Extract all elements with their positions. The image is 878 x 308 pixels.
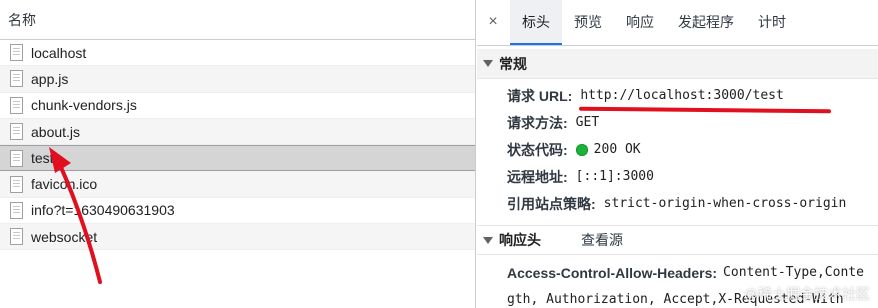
document-icon xyxy=(10,96,23,114)
request-row[interactable]: websocket xyxy=(0,224,475,251)
tab-response[interactable]: 响应 xyxy=(614,0,666,45)
expand-triangle-icon xyxy=(483,236,493,244)
remote-address-row: 远程地址: [::1]:3000 xyxy=(477,163,878,190)
request-row[interactable]: about.js xyxy=(0,118,475,146)
request-name: chunk-vendors.js xyxy=(31,97,137,114)
request-url-label: 请求 URL: xyxy=(507,87,573,104)
status-ok-icon xyxy=(575,143,588,156)
response-header-row: Access-Control-Allow-Headers: Content-Ty… xyxy=(477,259,878,286)
request-details-pane: × 标头 预览 响应 发起程序 计时 常规 请求 URL: http://loc… xyxy=(477,0,878,308)
referrer-policy-row: 引用站点策略: strict-origin-when-cross-origin xyxy=(477,190,878,217)
referrer-policy-value: strict-origin-when-cross-origin xyxy=(603,196,847,211)
status-code-value: 200 OK xyxy=(593,142,641,157)
watermark-text: @稀土掘金技术社区 xyxy=(743,286,870,302)
name-column-header-label: 名称 xyxy=(8,11,36,28)
view-source-link[interactable]: 查看源 xyxy=(581,230,623,250)
document-icon xyxy=(10,70,23,88)
request-row[interactable]: app.js xyxy=(0,66,475,93)
request-row[interactable]: favicon.ico xyxy=(0,171,475,198)
general-section-header[interactable]: 常规 xyxy=(477,49,878,79)
document-icon xyxy=(10,44,23,62)
request-name: favicon.ico xyxy=(31,176,98,193)
request-rows: localhost app.js chunk-vendors.js about.… xyxy=(0,40,475,251)
request-name: info?t=1630490631903 xyxy=(31,202,175,219)
request-row[interactable]: chunk-vendors.js xyxy=(0,93,475,119)
general-section-title: 常规 xyxy=(499,55,527,72)
request-name: about.js xyxy=(31,123,81,140)
tab-preview[interactable]: 预览 xyxy=(562,0,614,45)
request-url-row: 请求 URL: http://localhost:3000/test xyxy=(477,82,878,109)
request-row[interactable]: info?t=1630490631903 xyxy=(0,198,475,225)
request-row-selected[interactable]: test xyxy=(0,145,475,172)
devtools-network-panel: 名称 localhost app.js chunk-vendors.js abo… xyxy=(0,0,878,308)
referrer-policy-label: 引用站点策略: xyxy=(507,195,596,212)
response-header-value: Content-Type,Conte xyxy=(723,265,864,280)
close-icon[interactable]: × xyxy=(485,14,501,30)
tab-timing[interactable]: 计时 xyxy=(746,0,798,45)
request-method-value: GET xyxy=(575,115,600,130)
details-tabs: 标头 预览 响应 发起程序 计时 xyxy=(510,0,798,45)
response-headers-title: 响应头 xyxy=(499,232,541,248)
name-column-header[interactable]: 名称 xyxy=(0,0,475,40)
request-url-value: http://localhost:3000/test xyxy=(580,88,784,103)
request-name: localhost xyxy=(31,44,87,61)
tab-initiator[interactable]: 发起程序 xyxy=(666,0,746,45)
request-method-label: 请求方法: xyxy=(507,114,568,131)
request-row[interactable]: localhost xyxy=(0,40,475,67)
request-name: websocket xyxy=(31,228,98,245)
remote-address-value: [::1]:3000 xyxy=(575,169,654,184)
response-header-key: Access-Control-Allow-Headers: xyxy=(507,264,718,281)
details-tabbar: × 标头 预览 响应 发起程序 计时 xyxy=(477,0,878,46)
tab-headers[interactable]: 标头 xyxy=(510,0,562,45)
document-icon xyxy=(10,175,23,193)
document-icon xyxy=(10,228,23,246)
remote-address-label: 远程地址: xyxy=(507,168,568,185)
request-name: test xyxy=(31,150,54,167)
response-headers-section-header[interactable]: 响应头 查看源 xyxy=(477,225,878,255)
expand-triangle-icon xyxy=(483,60,493,67)
document-icon xyxy=(10,201,23,219)
document-icon xyxy=(10,149,23,167)
document-icon xyxy=(10,123,23,141)
status-code-row: 状态代码: 200 OK xyxy=(477,136,878,163)
request-list-pane: 名称 localhost app.js chunk-vendors.js abo… xyxy=(0,0,476,308)
request-name: app.js xyxy=(31,70,69,87)
status-code-label: 状态代码: xyxy=(507,141,568,158)
